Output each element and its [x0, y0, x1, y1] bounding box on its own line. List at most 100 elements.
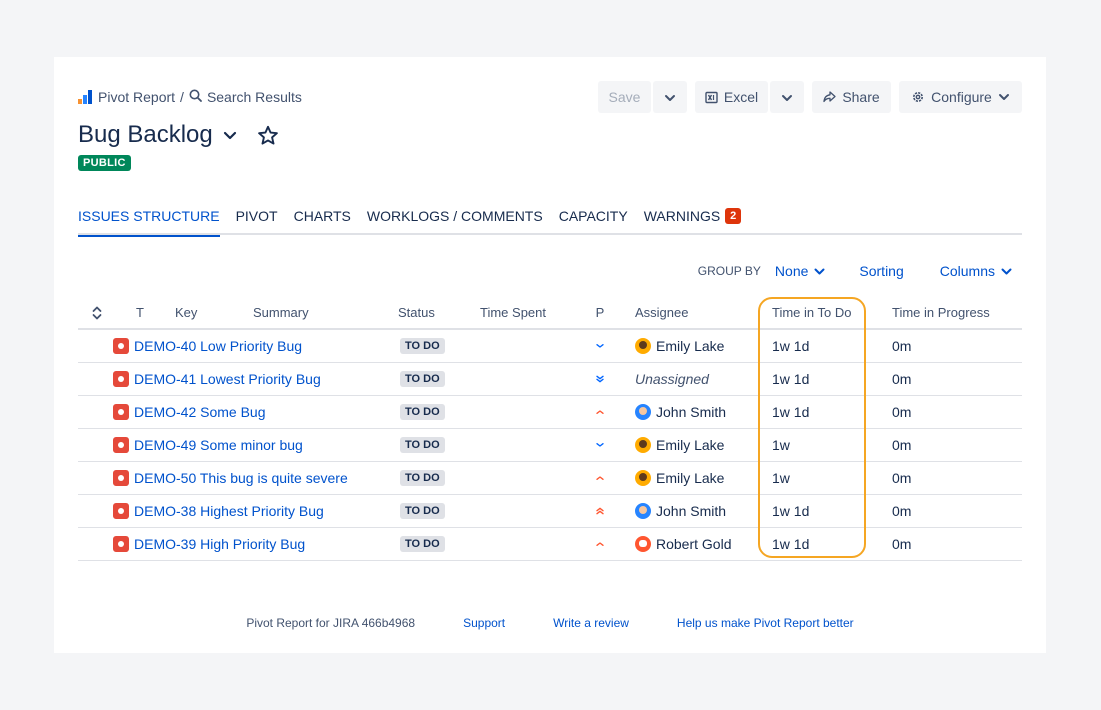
tab-charts[interactable]: CHARTS [294, 205, 351, 235]
time-in-progress-cell: 0m [892, 338, 912, 354]
status-cell: TO DO [398, 330, 445, 362]
footer-support-link[interactable]: Support [463, 616, 505, 630]
footer-version: Pivot Report for JIRA 466b4968 [246, 616, 416, 630]
time-in-todo-cell: 1w 1d [772, 338, 810, 354]
priority-high-icon [596, 528, 604, 560]
priority-high-icon [596, 462, 604, 494]
status-cell: TO DO [398, 429, 445, 461]
column-header-status[interactable]: Status [398, 297, 435, 328]
configure-button[interactable]: Configure [899, 81, 1022, 113]
group-by-label: GROUP BY [697, 264, 761, 278]
expand-collapse-icon[interactable] [92, 297, 102, 328]
table-row[interactable]: DEMO-42 Some Bug TO DO John Smith 1w 1d 0m [78, 396, 1022, 429]
time-in-todo-cell: 1w [772, 437, 790, 453]
footer-review-link[interactable]: Write a review [553, 616, 629, 630]
status-badge: TO DO [400, 437, 445, 453]
avatar [635, 503, 651, 519]
issue-link[interactable]: DEMO-49 Some minor bug [134, 437, 303, 453]
breadcrumb-app-link[interactable]: Pivot Report [98, 89, 175, 105]
avatar [635, 536, 651, 552]
toolbar: Save Excel Share Configure [590, 81, 1022, 113]
column-header-key[interactable]: Key [175, 297, 197, 328]
column-header-summary[interactable]: Summary [253, 297, 309, 328]
bug-icon [113, 404, 129, 420]
tab-label: CHARTS [293, 208, 351, 224]
table-row[interactable]: DEMO-40 Low Priority Bug TO DO Emily Lake 1… [78, 330, 1022, 363]
tab-capacity[interactable]: CAPACITY [559, 205, 628, 235]
chevron-down-icon [1001, 268, 1012, 275]
time-in-todo-cell: 1w 1d [772, 503, 810, 519]
tab-label: PIVOT [235, 208, 278, 224]
title-dropdown-chevron-icon[interactable] [223, 131, 237, 140]
status-badge: TO DO [400, 371, 445, 387]
footer-feedback-link[interactable]: Help us make Pivot Report better [677, 616, 854, 630]
sorting-link[interactable]: Sorting [859, 263, 903, 279]
excel-options-button[interactable] [770, 81, 804, 113]
column-header-time-in-todo[interactable]: Time in To Do [772, 297, 851, 328]
star-icon[interactable] [257, 125, 279, 146]
excel-button[interactable]: Excel [695, 81, 768, 113]
time-in-todo-cell: 1w 1d [772, 536, 810, 552]
time-in-progress-cell: 0m [892, 437, 912, 453]
time-in-todo-cell: 1w 1d [772, 371, 810, 387]
table-row[interactable]: DEMO-38 Highest Priority Bug TO DO John Sm… [78, 495, 1022, 528]
column-header-time-in-progress[interactable]: Time in Progress [892, 297, 990, 328]
tab-issues-structure[interactable]: ISSUES STRUCTURE [78, 205, 220, 237]
time-in-progress-cell: 0m [892, 470, 912, 486]
tab-worklogs-comments[interactable]: WORKLOGS / COMMENTS [367, 205, 543, 235]
table-row[interactable]: DEMO-41 Lowest Priority Bug TO DO Unassign… [78, 363, 1022, 396]
assignee-cell: Robert Gold [635, 528, 731, 560]
status-badge: TO DO [400, 470, 445, 486]
columns-dropdown[interactable]: Columns [940, 263, 1012, 279]
tab-label: ISSUES STRUCTURE [78, 208, 220, 224]
issue-link[interactable]: DEMO-42 Some Bug [134, 404, 266, 420]
configure-button-label: Configure [931, 89, 992, 105]
group-by-value: None [774, 263, 809, 279]
gear-icon [911, 90, 925, 104]
table-row[interactable]: DEMO-50 This bug is quite severe TO DO Emi… [78, 462, 1022, 495]
issue-link[interactable]: DEMO-50 This bug is quite severe [134, 470, 348, 486]
save-options-button[interactable] [653, 81, 687, 113]
time-in-progress-cell: 0m [892, 503, 912, 519]
assignee-cell: John Smith [635, 396, 726, 428]
priority-low-icon [596, 429, 604, 461]
tab-pivot[interactable]: PIVOT [236, 205, 278, 235]
share-button-label: Share [842, 89, 880, 105]
tab-warnings[interactable]: WARNINGS 2 [644, 205, 742, 235]
priority-lowest-icon [596, 363, 604, 395]
assignee-cell: John Smith [635, 495, 726, 527]
bug-icon [113, 338, 129, 354]
column-header-time-spent[interactable]: Time Spent [480, 297, 546, 328]
issue-link[interactable]: DEMO-39 High Priority Bug [134, 536, 305, 552]
time-in-progress-cell: 0m [892, 404, 912, 420]
column-header-assignee[interactable]: Assignee [635, 297, 688, 328]
issue-link[interactable]: DEMO-41 Lowest Priority Bug [134, 371, 321, 387]
table-row[interactable]: DEMO-49 Some minor bug TO DO Emily Lake 1w 0… [78, 429, 1022, 462]
share-icon [823, 91, 836, 103]
share-button[interactable]: Share [812, 81, 891, 113]
assignee-cell: Emily Lake [635, 429, 724, 461]
bug-icon [113, 437, 129, 453]
avatar [635, 470, 651, 486]
status-cell: TO DO [398, 528, 445, 560]
time-in-progress-cell: 0m [892, 371, 912, 387]
chevron-down-icon [998, 93, 1010, 101]
column-header-type[interactable]: T [136, 297, 144, 328]
table-header: T Key Summary Status Time Spent P Assign… [78, 297, 1022, 330]
priority-highest-icon [596, 495, 604, 527]
column-header-priority[interactable]: P [596, 297, 605, 328]
issue-type-cell [113, 495, 129, 527]
warnings-count-badge: 2 [725, 208, 742, 224]
issue-link[interactable]: DEMO-38 Highest Priority Bug [134, 503, 324, 519]
save-button[interactable]: Save [598, 81, 651, 113]
chevron-down-icon [814, 268, 825, 275]
tab-label: CAPACITY [558, 208, 628, 224]
priority-high-icon [596, 396, 604, 428]
breadcrumb-page-link[interactable]: Search Results [207, 89, 302, 105]
tab-bar: ISSUES STRUCTURE PIVOT CHARTS WORKLOGS /… [78, 205, 1022, 237]
status-cell: TO DO [398, 495, 445, 527]
issue-link[interactable]: DEMO-40 Low Priority Bug [134, 338, 302, 354]
group-by-dropdown[interactable]: None [775, 263, 825, 279]
issue-type-cell [113, 363, 129, 395]
table-row[interactable]: DEMO-39 High Priority Bug TO DO Robert Gol… [78, 528, 1022, 561]
